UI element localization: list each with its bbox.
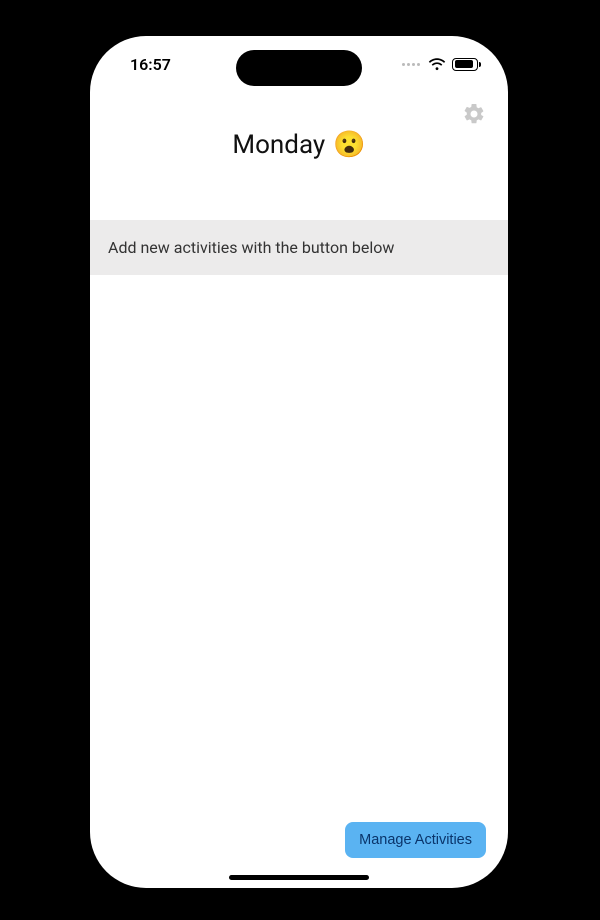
- page-title: Monday 😮: [90, 130, 508, 160]
- wifi-icon: [428, 58, 446, 71]
- cellular-dots-icon: [402, 63, 420, 66]
- screen: Monday 😮 Add new activities with the but…: [90, 36, 508, 888]
- phone-frame: 16:57: [90, 36, 508, 888]
- page-title-text: Monday: [232, 130, 325, 160]
- settings-button[interactable]: [460, 100, 488, 128]
- battery-icon: [452, 58, 478, 71]
- gear-icon: [462, 102, 486, 126]
- empty-state-hint: Add new activities with the button below: [90, 220, 508, 275]
- content-area: [90, 275, 508, 888]
- dynamic-island: [236, 50, 362, 86]
- home-indicator[interactable]: [229, 875, 369, 880]
- manage-activities-button[interactable]: Manage Activities: [345, 822, 486, 858]
- status-time: 16:57: [120, 53, 171, 74]
- yawn-emoji-icon: 😮: [333, 132, 365, 158]
- status-right: [402, 56, 478, 71]
- stage: 16:57: [0, 0, 600, 920]
- hint-text: Add new activities with the button below: [108, 238, 394, 257]
